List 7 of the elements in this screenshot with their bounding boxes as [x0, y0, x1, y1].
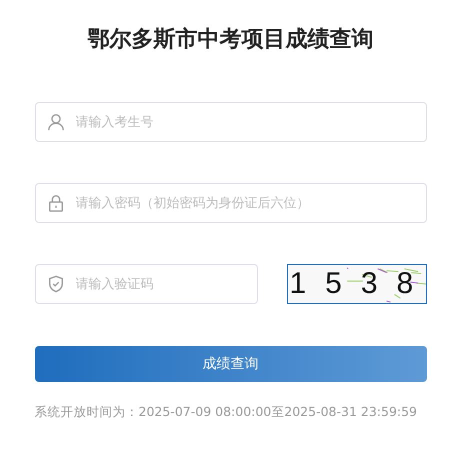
- captcha-image[interactable]: 1538: [286, 264, 426, 304]
- submit-button[interactable]: 成绩查询: [34, 346, 426, 382]
- open-time-text: 系统开放时间为：2025-07-09 08:00:00至2025-08-31 23:59:59: [34, 404, 418, 421]
- input-field[interactable]: 请输入密码（初始密码为身份证后六位）: [34, 183, 426, 223]
- page-title: 鄂尔多斯市中考项目成绩查询: [86, 26, 374, 54]
- input-field[interactable]: 请输入考生号: [34, 102, 426, 142]
- input-field[interactable]: 请输入验证码: [34, 264, 258, 304]
